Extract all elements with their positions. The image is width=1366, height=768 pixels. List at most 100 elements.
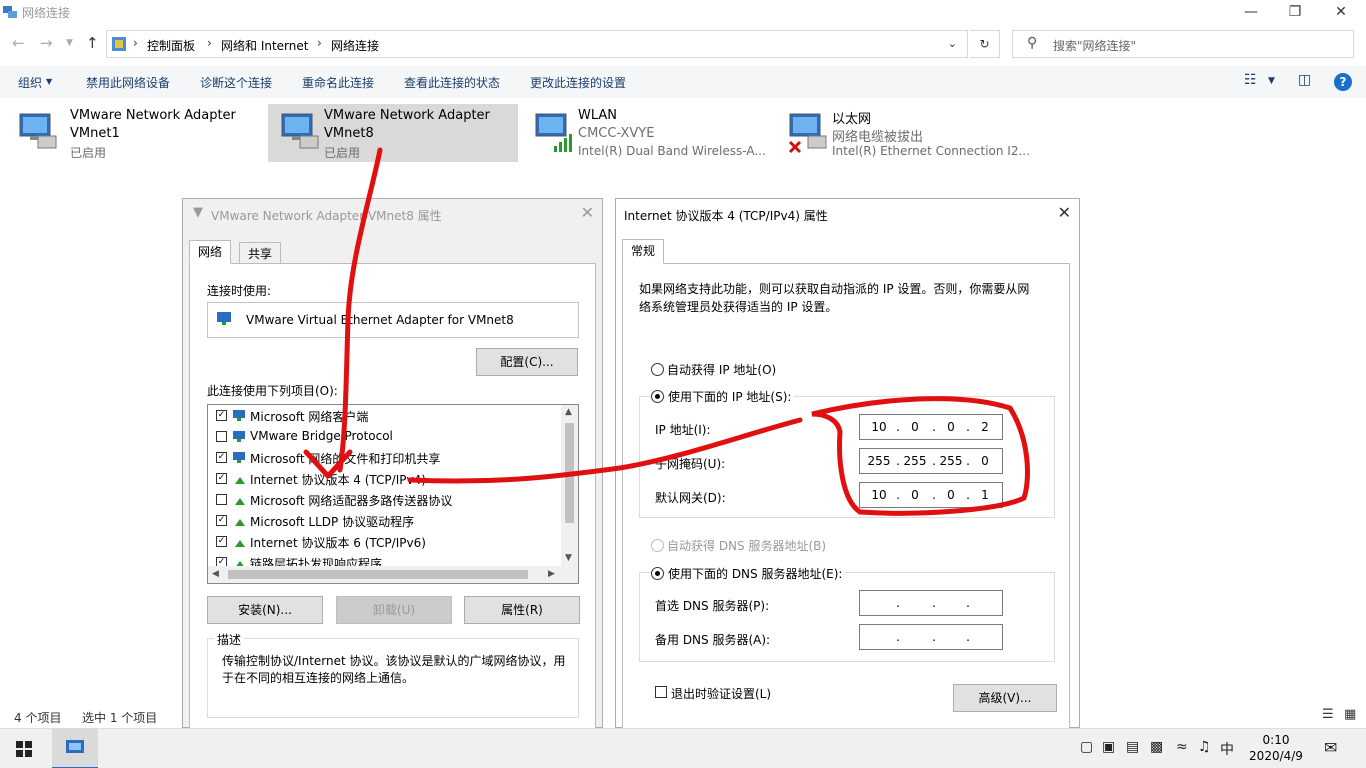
protocol-list[interactable]: ✓ Microsoft 网络客户端 VMware Bridge Protocol…: [207, 404, 579, 584]
tab-sharing[interactable]: 共享: [239, 242, 282, 264]
view-status-button[interactable]: 查看此连接的状态: [404, 74, 500, 91]
details-view-icon[interactable]: ☰: [1322, 707, 1334, 722]
uninstall-button[interactable]: 卸载(U): [336, 596, 452, 624]
adapter-line2: CMCC-XVYE: [578, 126, 655, 141]
manual-dns-radio[interactable]: [651, 567, 664, 580]
search-input[interactable]: ⚲ 搜索"网络连接": [1012, 30, 1354, 58]
ip-address-input[interactable]: 10. 0. 0. 2: [859, 414, 1003, 440]
close-icon[interactable]: ✕: [1058, 203, 1071, 222]
tab-network[interactable]: 网络: [189, 240, 232, 264]
organize-button[interactable]: 组织: [18, 74, 42, 91]
validate-checkbox[interactable]: [655, 686, 667, 698]
item-checkbox[interactable]: ✓: [216, 410, 227, 421]
gateway-label: 默认网关(D):: [655, 491, 726, 505]
scroll-right-icon[interactable]: ▶: [548, 569, 555, 579]
wifi-icon[interactable]: ≈: [1176, 739, 1188, 755]
general-tab-panel: 如果网络支持此功能，则可以获取自动指派的 IP 设置。否则，你需要从网络系统管理…: [622, 263, 1070, 729]
search-icon: ⚲: [1027, 35, 1038, 51]
ip-dot: .: [966, 630, 970, 644]
breadcrumb-network-connections[interactable]: 网络连接: [331, 37, 379, 54]
ip-dot: .: [896, 596, 900, 610]
tab-general[interactable]: 常规: [622, 239, 665, 264]
auto-ip-radio[interactable]: [651, 363, 664, 376]
adapter-wlan[interactable]: WLAN CMCC-XVYE Intel(R) Dual Band Wirele…: [522, 104, 772, 162]
ime-indicator[interactable]: 中: [1220, 739, 1234, 759]
up-arrow-icon[interactable]: ↑: [86, 34, 99, 52]
help-icon[interactable]: ?: [1334, 73, 1352, 91]
breadcrumb-network-internet[interactable]: 网络和 Internet: [221, 37, 308, 54]
diagnose-button[interactable]: 诊断这个连接: [200, 74, 272, 91]
disable-device-button[interactable]: 禁用此网络设备: [86, 74, 170, 91]
view-chevron-icon[interactable]: ▼: [1268, 76, 1275, 86]
dialog-title: VMware Network Adapter VMnet8 属性: [211, 209, 442, 223]
scroll-left-icon[interactable]: ◀: [212, 569, 219, 579]
subnet-mask-input[interactable]: 255. 255. 255. 0: [859, 448, 1003, 474]
preferred-dns-input[interactable]: . . .: [859, 590, 1003, 616]
horizontal-scrollbar[interactable]: ◀ ▶: [208, 566, 578, 583]
adapter-ethernet[interactable]: 以太网 网络电缆被拔出 Intel(R) Ethernet Connection…: [776, 104, 1036, 162]
gateway-input[interactable]: 10. 0. 0. 1: [859, 482, 1003, 508]
minimize-icon[interactable]: —: [1228, 0, 1274, 26]
ip-octet: 10: [871, 420, 887, 434]
control-panel-icon: [66, 740, 84, 753]
address-dropdown-icon[interactable]: ⌄: [948, 37, 957, 50]
notifications-icon[interactable]: ✉: [1324, 738, 1337, 757]
item-checkbox[interactable]: ✓: [216, 536, 227, 547]
wifi-adapter-icon: [535, 113, 572, 152]
recent-chevron-icon[interactable]: ▼: [66, 38, 73, 48]
refresh-icon: ↻: [979, 37, 990, 51]
vertical-scrollbar[interactable]: ▲ ▼: [561, 405, 578, 567]
scroll-up-icon[interactable]: ▲: [565, 407, 572, 417]
manual-dns-label: 使用下面的 DNS 服务器地址(E):: [665, 565, 846, 582]
item-checkbox[interactable]: ✓: [216, 473, 227, 484]
adapter-vmnet8[interactable]: VMware Network Adapter VMnet8 已启用: [268, 104, 518, 162]
windows-start-icon[interactable]: [16, 741, 32, 757]
close-icon[interactable]: ✕: [581, 203, 594, 222]
manual-ip-label: 使用下面的 IP 地址(S):: [665, 388, 795, 405]
scroll-down-icon[interactable]: ▼: [565, 553, 572, 563]
configure-button[interactable]: 配置(C)...: [476, 348, 578, 376]
back-arrow-icon[interactable]: ←: [12, 34, 25, 52]
scroll-thumb[interactable]: [228, 570, 528, 579]
rename-button[interactable]: 重命名此连接: [302, 74, 374, 91]
item-checkbox[interactable]: ✓: [216, 515, 227, 526]
item-checkbox[interactable]: [216, 431, 227, 442]
refresh-button[interactable]: ↻: [970, 30, 1000, 58]
advanced-button[interactable]: 高级(V)...: [953, 684, 1057, 712]
alternate-dns-input[interactable]: . . .: [859, 624, 1003, 650]
install-button[interactable]: 安装(N)...: [207, 596, 323, 624]
action-center-icon[interactable]: ▢: [1080, 739, 1093, 755]
forward-arrow-icon[interactable]: →: [40, 34, 53, 52]
ip-dot: .: [932, 630, 936, 644]
ip-octet: 0: [981, 454, 989, 468]
change-settings-button[interactable]: 更改此连接的设置: [530, 74, 626, 91]
tray-app-icon[interactable]: ▣: [1102, 739, 1115, 755]
address-bar[interactable]: › 控制面板 › 网络和 Internet › 网络连接 ⌄: [106, 30, 968, 58]
network-tab-panel: 连接时使用: VMware Virtual Ethernet Adapter f…: [189, 263, 596, 729]
battery-icon[interactable]: ▩: [1150, 739, 1163, 755]
manual-ip-radio[interactable]: [651, 390, 664, 403]
ip-octet: 255: [903, 454, 927, 468]
network-connections-icon: [3, 6, 17, 18]
address-row: ← → ▼ ↑ › 控制面板 › 网络和 Internet › 网络连接 ⌄ ↻…: [0, 28, 1366, 60]
item-checkbox[interactable]: [216, 494, 227, 505]
auto-dns-radio[interactable]: [651, 539, 664, 552]
adapter-vmnet1[interactable]: VMware Network Adapter VMnet1 已启用: [6, 104, 256, 162]
taskbar-app-control-panel[interactable]: [52, 729, 98, 768]
close-icon[interactable]: ✕: [1318, 0, 1364, 26]
protocol-icon: [235, 540, 245, 547]
breadcrumb-separator: ›: [207, 36, 212, 50]
properties-button[interactable]: 属性(R): [464, 596, 580, 624]
scroll-thumb[interactable]: [565, 423, 574, 523]
taskbar-clock[interactable]: 0:10 2020/4/9: [1246, 732, 1306, 764]
tiles-view-icon[interactable]: ▦: [1344, 707, 1356, 722]
view-options-icon[interactable]: ☷: [1244, 72, 1257, 88]
preview-pane-icon[interactable]: ◫: [1298, 72, 1311, 88]
volume-icon[interactable]: ♫: [1198, 739, 1211, 755]
auto-ip-label: 自动获得 IP 地址(O): [667, 363, 777, 377]
breadcrumb-control-panel[interactable]: 控制面板: [147, 37, 195, 54]
item-checkbox[interactable]: ✓: [216, 452, 227, 463]
tray-network-drive-icon[interactable]: ▤: [1126, 739, 1139, 755]
ethernet-adapter-icon: [788, 113, 827, 154]
restore-icon[interactable]: ❐: [1272, 0, 1318, 26]
